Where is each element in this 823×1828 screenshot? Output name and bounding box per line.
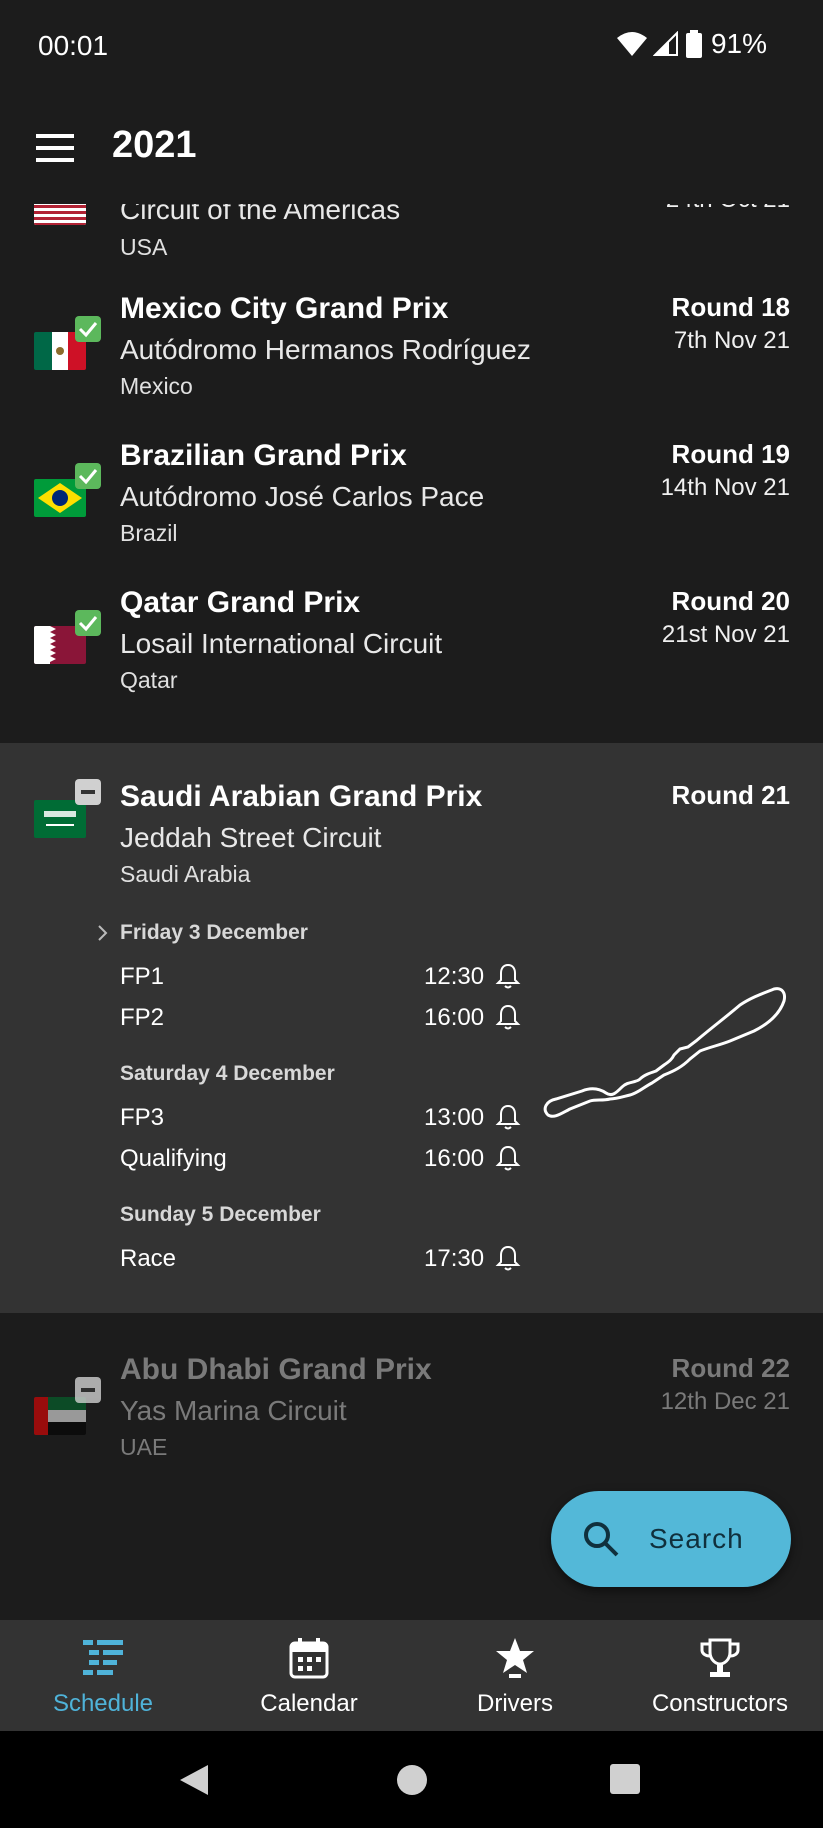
race-name: Saudi Arabian Grand Prix xyxy=(120,780,483,813)
round-number: Round 22 xyxy=(671,1353,790,1383)
race-date: 14th Nov 21 xyxy=(660,474,790,501)
session-time: 16:00 xyxy=(424,1145,485,1172)
bell-icon[interactable] xyxy=(494,1103,522,1131)
nav-label: Constructors xyxy=(651,1690,789,1717)
session-name: FP3 xyxy=(120,1104,165,1131)
search-icon xyxy=(584,1522,619,1557)
bell-icon[interactable] xyxy=(494,962,522,990)
cell-signal-icon xyxy=(652,31,678,56)
circuit-name: Yas Marina Circuit xyxy=(120,1395,347,1426)
menu-icon[interactable] xyxy=(36,132,76,164)
bell-icon[interactable] xyxy=(494,1003,522,1031)
race-list[interactable]: Circuit of the Americas USA 24th Oct 21 … xyxy=(0,150,823,1620)
battery-icon xyxy=(685,30,702,58)
session-time: 17:30 xyxy=(424,1245,485,1272)
bottom-navigation: Schedule Calendar Drivers Constructors xyxy=(0,1620,823,1731)
round-number: Round 21 xyxy=(671,780,790,810)
session-time: 16:00 xyxy=(424,1004,485,1031)
completed-check-icon xyxy=(75,610,101,636)
race-date: 21st Nov 21 xyxy=(661,621,790,648)
battery-percent: 91% xyxy=(710,28,767,59)
race-date: 12th Dec 21 xyxy=(660,1388,790,1415)
nav-drivers[interactable]: Drivers xyxy=(412,1620,618,1731)
calendar-icon xyxy=(289,1638,329,1679)
search-button[interactable]: Search xyxy=(551,1491,791,1587)
status-bar: 00:01 91% xyxy=(0,0,823,96)
circuit-name: Losail International Circuit xyxy=(120,628,443,659)
country-name: Saudi Arabia xyxy=(120,861,251,887)
nav-label: Schedule xyxy=(52,1690,154,1717)
country-name: Brazil xyxy=(120,520,178,546)
completed-check-icon xyxy=(75,316,101,342)
race-item-brazil[interactable]: Brazilian Grand Prix Autódromo José Carl… xyxy=(0,439,823,585)
recents-icon[interactable] xyxy=(610,1764,640,1794)
nav-schedule[interactable]: Schedule xyxy=(0,1620,206,1731)
trophy-icon xyxy=(700,1638,740,1677)
schedule-icon xyxy=(83,1640,123,1675)
race-item-abu-dhabi[interactable]: Abu Dhabi Grand Prix Yas Marina Circuit … xyxy=(0,1350,823,1496)
session-time: 13:00 xyxy=(424,1104,485,1131)
upcoming-status-icon xyxy=(75,1377,101,1403)
driver-star-icon xyxy=(496,1638,534,1678)
nav-label: Calendar xyxy=(260,1690,358,1717)
nav-constructors[interactable]: Constructors xyxy=(617,1620,823,1731)
upcoming-status-icon xyxy=(75,779,101,805)
bell-icon[interactable] xyxy=(494,1244,522,1272)
session-time: 12:30 xyxy=(424,963,485,990)
race-item-qatar[interactable]: Qatar Grand Prix Losail International Ci… xyxy=(0,586,823,732)
country-name: Qatar xyxy=(120,667,178,693)
race-item-saudi-arabia-expanded[interactable]: Saudi Arabian Grand Prix Jeddah Street C… xyxy=(0,743,823,1313)
round-number: Round 19 xyxy=(671,439,790,469)
chevron-right-icon xyxy=(98,925,108,941)
back-icon[interactable] xyxy=(178,1763,210,1797)
search-button-label: Search xyxy=(649,1523,744,1554)
nav-label: Drivers xyxy=(477,1690,553,1717)
race-name: Mexico City Grand Prix xyxy=(120,292,449,325)
saudi-arabia-flag-icon xyxy=(34,800,86,838)
status-icons: 91% xyxy=(616,28,767,60)
system-navigation-bar xyxy=(0,1731,823,1828)
round-number: Round 18 xyxy=(671,292,790,322)
status-time: 00:01 xyxy=(38,30,109,61)
race-name: Abu Dhabi Grand Prix xyxy=(120,1353,432,1386)
session-name: FP2 xyxy=(120,1004,165,1031)
race-item-mexico[interactable]: Mexico City Grand Prix Autódromo Hermano… xyxy=(0,292,823,438)
home-icon[interactable] xyxy=(396,1764,428,1796)
completed-check-icon xyxy=(75,463,101,489)
day-header: Sunday 5 December xyxy=(120,1203,321,1226)
circuit-map-icon xyxy=(543,987,786,1118)
country-name: Mexico xyxy=(120,373,193,399)
session-name: FP1 xyxy=(120,963,165,990)
bell-icon[interactable] xyxy=(494,1144,522,1172)
top-app-bar: 2021 xyxy=(0,96,823,204)
day-header: Friday 3 December xyxy=(120,921,308,944)
nav-calendar[interactable]: Calendar xyxy=(206,1620,412,1731)
circuit-name: Autódromo Hermanos Rodríguez xyxy=(120,334,531,365)
race-date: 7th Nov 21 xyxy=(673,327,790,354)
round-number: Round 20 xyxy=(671,586,790,616)
circuit-name: Jeddah Street Circuit xyxy=(120,822,382,853)
country-name: UAE xyxy=(120,1434,168,1460)
circuit-name: Autódromo José Carlos Pace xyxy=(120,481,485,512)
race-name: Brazilian Grand Prix xyxy=(120,439,407,472)
wifi-icon xyxy=(616,32,647,56)
country-name: USA xyxy=(120,234,168,260)
session-name: Race xyxy=(120,1245,177,1272)
season-title: 2021 xyxy=(112,124,197,166)
day-header: Saturday 4 December xyxy=(120,1062,335,1085)
race-name: Qatar Grand Prix xyxy=(120,586,361,619)
session-name: Qualifying xyxy=(120,1145,227,1172)
